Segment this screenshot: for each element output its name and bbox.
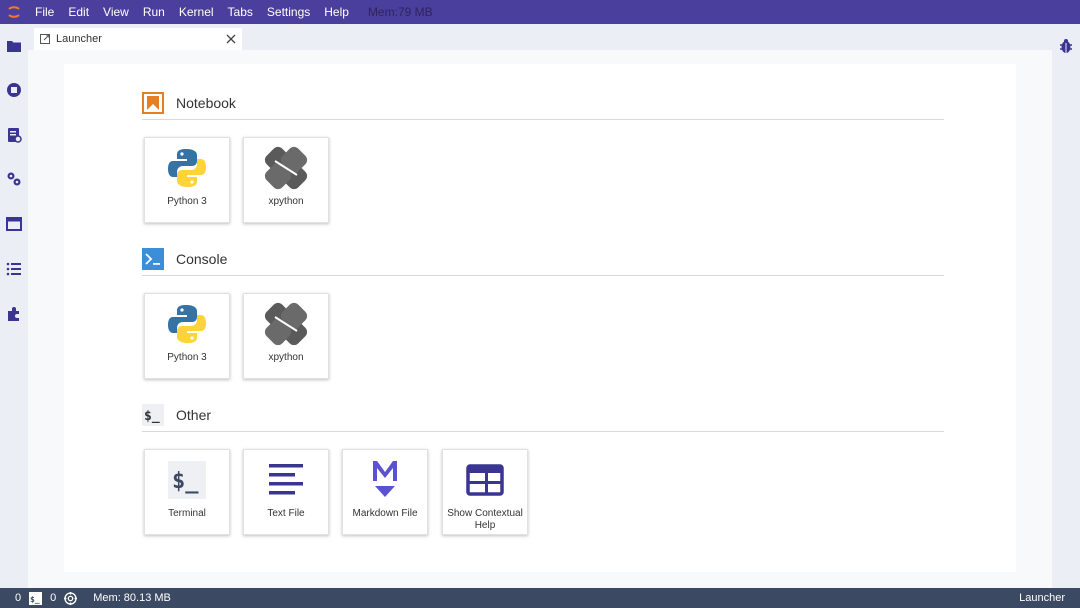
markdown-file-card[interactable]: Markdown File bbox=[342, 449, 428, 535]
extension-icon[interactable] bbox=[5, 305, 23, 323]
kernel-icon[interactable] bbox=[64, 591, 78, 605]
card-label: Terminal bbox=[168, 508, 206, 519]
contextual-help-card[interactable]: Show Contextual Help bbox=[442, 449, 528, 535]
console-icon bbox=[142, 247, 164, 270]
text-file-card[interactable]: Text File bbox=[243, 449, 329, 535]
menu-tabs[interactable]: Tabs bbox=[221, 0, 260, 24]
card-label: xpython bbox=[268, 196, 304, 207]
section-notebook-title: Notebook bbox=[176, 94, 236, 111]
python-logo-icon bbox=[145, 302, 229, 346]
card-label: Show Contextual Help bbox=[447, 508, 523, 531]
console-python3-card[interactable]: Python 3 bbox=[144, 293, 230, 379]
markdown-icon bbox=[343, 458, 427, 502]
menu-file[interactable]: File bbox=[28, 0, 61, 24]
svg-text:$_: $_ bbox=[144, 409, 160, 424]
menu-edit[interactable]: Edit bbox=[61, 0, 96, 24]
notebook-icon bbox=[142, 91, 164, 114]
svg-text:$_: $_ bbox=[172, 469, 199, 494]
console-xpython-card[interactable]: xpython bbox=[243, 293, 329, 379]
terminal-card[interactable]: $_ Terminal bbox=[144, 449, 230, 535]
jupyter-logo-icon[interactable] bbox=[0, 0, 28, 24]
folder-icon[interactable] bbox=[5, 37, 23, 55]
section-other-title: Other bbox=[176, 406, 212, 423]
notebook-xpython-card[interactable]: xpython bbox=[243, 137, 329, 223]
other-icon: $_ bbox=[142, 403, 164, 426]
contextual-help-icon bbox=[443, 458, 527, 502]
statusbar-current-view: Launcher bbox=[1019, 592, 1065, 604]
text-file-icon bbox=[244, 458, 328, 502]
launcher-panel: Notebook Python 3 xpython Console Python… bbox=[64, 64, 1016, 572]
left-sidebar bbox=[0, 24, 28, 588]
card-label: Python 3 bbox=[167, 352, 207, 363]
menu-bar: File Edit View Run Kernel Tabs Settings … bbox=[0, 0, 1080, 24]
menu-view[interactable]: View bbox=[96, 0, 136, 24]
card-label: Python 3 bbox=[167, 196, 207, 207]
terminal-small-icon[interactable]: $_ bbox=[29, 591, 43, 605]
section-other: $_ Other bbox=[142, 398, 944, 432]
svg-text:$_: $_ bbox=[30, 595, 40, 604]
terminal-icon: $_ bbox=[145, 458, 229, 502]
card-label: xpython bbox=[268, 352, 304, 363]
xpython-logo-icon bbox=[244, 302, 328, 346]
tab-launcher-label: Launcher bbox=[56, 33, 102, 45]
debugger-icon[interactable] bbox=[1057, 37, 1075, 55]
menu-settings[interactable]: Settings bbox=[260, 0, 317, 24]
xpython-logo-icon bbox=[244, 146, 328, 190]
running-icon[interactable] bbox=[5, 81, 23, 99]
close-icon[interactable] bbox=[220, 34, 242, 44]
kernels-count[interactable]: 0 bbox=[50, 592, 56, 604]
python-logo-icon bbox=[145, 146, 229, 190]
commands-icon[interactable] bbox=[5, 126, 23, 144]
toc-icon[interactable] bbox=[5, 260, 23, 278]
menu-kernel[interactable]: Kernel bbox=[172, 0, 221, 24]
notebook-python3-card[interactable]: Python 3 bbox=[144, 137, 230, 223]
launcher-icon bbox=[40, 34, 54, 44]
tab-launcher[interactable]: Launcher bbox=[34, 28, 242, 50]
section-console: Console bbox=[142, 242, 944, 276]
jupyterlab-window: File Edit View Run Kernel Tabs Settings … bbox=[0, 0, 1080, 608]
menu-help[interactable]: Help bbox=[317, 0, 356, 24]
card-label: Markdown File bbox=[352, 508, 418, 519]
terminals-count[interactable]: 0 bbox=[15, 592, 21, 604]
menubar-memory: Mem:79 MB bbox=[367, 5, 433, 19]
main-area: Notebook Python 3 xpython Console Python… bbox=[28, 50, 1052, 588]
statusbar-memory: Mem: 80.13 MB bbox=[93, 592, 171, 604]
section-notebook: Notebook bbox=[142, 86, 944, 120]
tabs-icon[interactable] bbox=[5, 215, 23, 233]
tab-bar: Launcher bbox=[28, 24, 1052, 50]
property-inspector-icon[interactable] bbox=[5, 170, 23, 188]
card-label: Text File bbox=[267, 508, 305, 519]
status-bar: 0 $_ 0 Mem: 80.13 MB Launcher bbox=[0, 588, 1080, 608]
right-sidebar bbox=[1052, 24, 1080, 588]
section-console-title: Console bbox=[176, 250, 228, 267]
menu-run[interactable]: Run bbox=[136, 0, 172, 24]
